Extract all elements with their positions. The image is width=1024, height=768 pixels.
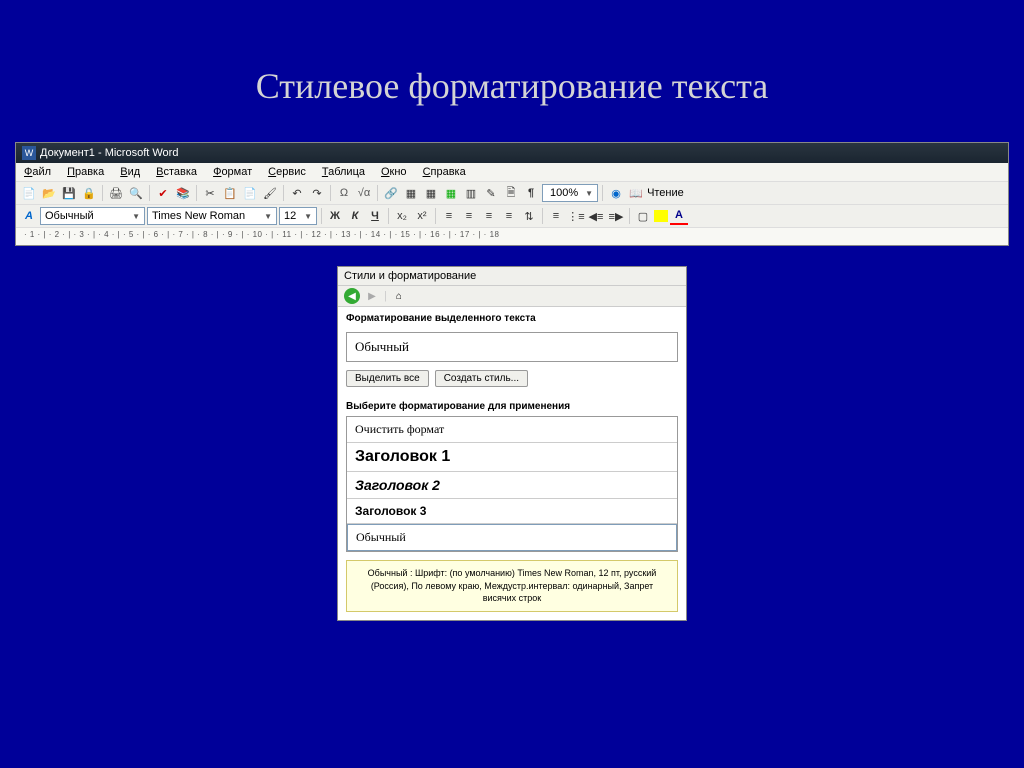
- font-color-icon[interactable]: A: [670, 207, 688, 225]
- spellcheck-icon[interactable]: ✔: [154, 184, 172, 202]
- separator: [435, 208, 436, 224]
- special-char-icon[interactable]: Ω: [335, 184, 353, 202]
- format-painter-icon[interactable]: 🖌: [261, 184, 279, 202]
- menu-edit[interactable]: Правка: [63, 165, 108, 179]
- menu-help[interactable]: Справка: [419, 165, 470, 179]
- excel-icon[interactable]: ▦: [442, 184, 460, 202]
- superscript-button[interactable]: x²: [413, 207, 431, 225]
- menu-format[interactable]: Формат: [209, 165, 256, 179]
- show-marks-icon[interactable]: ¶: [522, 184, 540, 202]
- align-justify-icon[interactable]: ≡: [500, 207, 518, 225]
- style-combo[interactable]: Обычный▼: [40, 207, 145, 225]
- align-center-icon[interactable]: ≡: [460, 207, 478, 225]
- menubar: Файл Правка Вид Вставка Формат Сервис Та…: [16, 163, 1008, 181]
- bullet-list-icon[interactable]: ⋮≡: [567, 207, 585, 225]
- italic-button[interactable]: К: [346, 207, 364, 225]
- styles-formatting-panel: Стили и форматирование ◀ ▶ | ⌂ Форматиро…: [337, 266, 687, 621]
- window-title: Документ1 - Microsoft Word: [40, 147, 178, 159]
- ruler[interactable]: · 1 · | · 2 · | · 3 · | · 4 · | · 5 · | …: [16, 227, 1008, 245]
- preview-icon[interactable]: 🔍: [127, 184, 145, 202]
- columns-icon[interactable]: ▥: [462, 184, 480, 202]
- slide-title: Стилевое форматирование текста: [0, 0, 1024, 142]
- save-icon[interactable]: 💾: [60, 184, 78, 202]
- align-left-icon[interactable]: ≡: [440, 207, 458, 225]
- formatting-toolbar: A Обычный▼ Times New Roman▼ 12▼ Ж К Ч x₂…: [16, 204, 1008, 227]
- highlight-icon[interactable]: [654, 210, 668, 222]
- underline-button[interactable]: Ч: [366, 207, 384, 225]
- separator: [330, 185, 331, 201]
- drawing-icon[interactable]: ✎: [482, 184, 500, 202]
- line-spacing-icon[interactable]: ⇅: [520, 207, 538, 225]
- menu-window[interactable]: Окно: [377, 165, 411, 179]
- separator: [602, 185, 603, 201]
- forward-icon[interactable]: ▶: [364, 288, 380, 304]
- hyperlink-icon[interactable]: 🔗: [382, 184, 400, 202]
- tables-borders-icon[interactable]: ▦: [402, 184, 420, 202]
- menu-view[interactable]: Вид: [116, 165, 144, 179]
- new-doc-icon[interactable]: 📄: [20, 184, 38, 202]
- open-icon[interactable]: 📂: [40, 184, 58, 202]
- permission-icon[interactable]: 🔒: [80, 184, 98, 202]
- decrease-indent-icon[interactable]: ◀≡: [587, 207, 605, 225]
- select-all-button[interactable]: Выделить все: [346, 370, 429, 387]
- titlebar: W Документ1 - Microsoft Word: [16, 143, 1008, 163]
- borders-icon[interactable]: ▢: [634, 207, 652, 225]
- increase-indent-icon[interactable]: ≡▶: [607, 207, 625, 225]
- redo-icon[interactable]: ↷: [308, 184, 326, 202]
- back-icon[interactable]: ◀: [344, 288, 360, 304]
- separator: [321, 208, 322, 224]
- research-icon[interactable]: 📚: [174, 184, 192, 202]
- menu-table[interactable]: Таблица: [318, 165, 369, 179]
- print-icon[interactable]: 🖨: [107, 184, 125, 202]
- separator: [102, 185, 103, 201]
- standard-toolbar: 📄 📂 💾 🔒 🖨 🔍 ✔ 📚 ✂ 📋 📄 🖌 ↶ ↷ Ω √α 🔗 ▦ ▦ ▦…: [16, 181, 1008, 204]
- panel-nav: ◀ ▶ | ⌂: [338, 286, 686, 307]
- subscript-button[interactable]: x₂: [393, 207, 411, 225]
- current-format-display[interactable]: Обычный: [346, 332, 678, 362]
- separator: [149, 185, 150, 201]
- style-description-tooltip: Обычный : Шрифт: (по умолчанию) Times Ne…: [346, 560, 678, 612]
- help-icon[interactable]: ◉: [607, 184, 625, 202]
- section-selected-format: Форматирование выделенного текста: [338, 307, 686, 328]
- separator: [629, 208, 630, 224]
- word-window: W Документ1 - Microsoft Word Файл Правка…: [15, 142, 1009, 246]
- style-clear-format[interactable]: Очистить формат: [347, 417, 677, 443]
- menu-service[interactable]: Сервис: [264, 165, 310, 179]
- separator: [388, 208, 389, 224]
- reading-icon[interactable]: 📖: [627, 184, 645, 202]
- copy-icon[interactable]: 📋: [221, 184, 239, 202]
- cut-icon[interactable]: ✂: [201, 184, 219, 202]
- style-normal[interactable]: Обычный: [347, 524, 677, 551]
- styles-pane-icon[interactable]: A: [20, 207, 38, 225]
- menu-insert[interactable]: Вставка: [152, 165, 201, 179]
- word-app-icon: W: [22, 146, 36, 160]
- reading-label[interactable]: Чтение: [647, 187, 684, 199]
- size-combo[interactable]: 12▼: [279, 207, 317, 225]
- numbered-list-icon[interactable]: ≡: [547, 207, 565, 225]
- style-heading3[interactable]: Заголовок 3: [347, 499, 677, 524]
- bold-button[interactable]: Ж: [326, 207, 344, 225]
- style-heading1[interactable]: Заголовок 1: [347, 443, 677, 472]
- style-heading2[interactable]: Заголовок 2: [347, 472, 677, 499]
- paste-icon[interactable]: 📄: [241, 184, 259, 202]
- separator: |: [384, 290, 387, 302]
- undo-icon[interactable]: ↶: [288, 184, 306, 202]
- separator: [542, 208, 543, 224]
- zoom-combo[interactable]: 100%▼: [542, 184, 598, 202]
- home-icon[interactable]: ⌂: [391, 288, 407, 304]
- equation-icon[interactable]: √α: [355, 184, 373, 202]
- menu-file[interactable]: Файл: [20, 165, 55, 179]
- font-combo[interactable]: Times New Roman▼: [147, 207, 277, 225]
- align-right-icon[interactable]: ≡: [480, 207, 498, 225]
- separator: [377, 185, 378, 201]
- new-style-button[interactable]: Создать стиль...: [435, 370, 528, 387]
- styles-list: Очистить формат Заголовок 1 Заголовок 2 …: [346, 416, 678, 552]
- separator: [283, 185, 284, 201]
- insert-table-icon[interactable]: ▦: [422, 184, 440, 202]
- section-apply-format: Выберите форматирование для применения: [338, 395, 686, 416]
- panel-title: Стили и форматирование: [338, 267, 686, 286]
- separator: [196, 185, 197, 201]
- docmap-icon[interactable]: 🗎: [502, 184, 520, 202]
- panel-buttons: Выделить все Создать стиль...: [338, 366, 686, 395]
